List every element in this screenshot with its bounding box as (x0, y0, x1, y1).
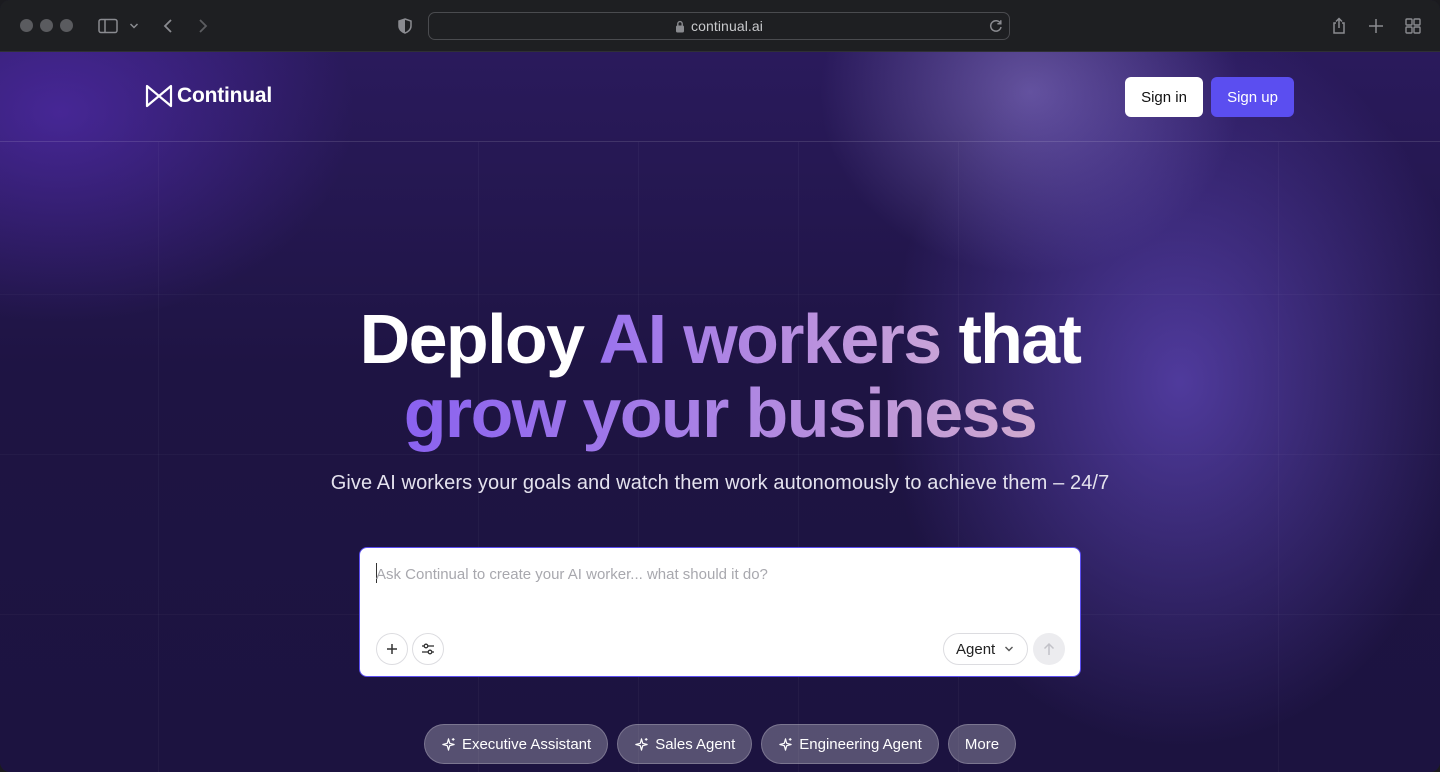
chip-more[interactable]: More (947, 724, 1017, 764)
plus-icon (387, 644, 397, 654)
hero-text-ai-workers: AI workers (598, 300, 943, 378)
grid-line (638, 142, 639, 772)
hero-line-1: Deploy AI workers that (0, 302, 1440, 376)
zoom-window-button[interactable] (60, 19, 73, 32)
attach-button[interactable] (376, 633, 408, 665)
grid-line (478, 142, 479, 772)
arrow-up-icon (1043, 642, 1055, 655)
sparkle-icon (442, 737, 455, 751)
grid-line (1278, 142, 1279, 772)
sign-up-button[interactable]: Sign up (1211, 77, 1294, 117)
mode-select-label: Agent (956, 640, 996, 658)
chip-label: Executive Assistant (461, 735, 592, 753)
grid-line (958, 142, 959, 772)
new-tab-icon[interactable] (1364, 14, 1388, 38)
forward-icon[interactable] (191, 14, 215, 38)
continual-logo-icon (145, 84, 173, 108)
hero-text-that: that (940, 300, 1082, 378)
settings-button[interactable] (412, 633, 444, 665)
hero-subtitle: Give AI workers your goals and watch the… (330, 472, 1110, 494)
sign-in-button[interactable]: Sign in (1125, 77, 1203, 117)
logo-text: Continual (177, 84, 273, 107)
privacy-shield-icon[interactable] (393, 14, 417, 38)
chevron-down-icon[interactable] (122, 14, 146, 38)
prompt-box[interactable]: Agent (359, 547, 1081, 677)
browser-window: continual.ai Continual Sign in Sign up D… (0, 0, 1440, 772)
chip-label: Sales Agent (655, 735, 736, 753)
share-icon[interactable] (1327, 14, 1351, 38)
reload-icon[interactable] (987, 17, 1005, 35)
grid-line (158, 142, 159, 772)
sparkle-icon (635, 737, 648, 751)
chip-label: Engineering Agent (799, 735, 922, 753)
sliders-icon (422, 643, 434, 655)
address-bar[interactable]: continual.ai (428, 12, 1010, 40)
grid-line (798, 142, 799, 772)
tab-overview-icon[interactable] (1401, 14, 1425, 38)
logo[interactable]: Continual (145, 84, 272, 108)
prompt-input[interactable] (376, 562, 1056, 586)
close-window-button[interactable] (20, 19, 33, 32)
minimize-window-button[interactable] (40, 19, 53, 32)
suggestion-chips: Executive Assistant Sales Agent Engineer… (0, 724, 1440, 764)
back-icon[interactable] (156, 14, 180, 38)
sidebar-toggle-icon[interactable] (96, 14, 120, 38)
chip-executive-assistant[interactable]: Executive Assistant (423, 724, 609, 764)
grid-line (0, 454, 1440, 455)
browser-toolbar: continual.ai (0, 0, 1440, 52)
page-content: Continual Sign in Sign up Deploy AI work… (0, 52, 1440, 772)
sparkle-icon (779, 737, 792, 751)
chip-label: More (964, 735, 1000, 753)
send-button[interactable] (1033, 633, 1065, 665)
hero-text-grow: grow your business (403, 374, 1038, 452)
chevron-down-icon (1005, 646, 1014, 652)
chip-engineering-agent[interactable]: Engineering Agent (761, 724, 939, 764)
hero-heading: Deploy AI workers that grow your busines… (0, 302, 1440, 450)
top-nav: Continual Sign in Sign up (0, 52, 1440, 142)
hero-line-2: grow your business (0, 376, 1440, 450)
hero-text-deploy: Deploy (359, 300, 599, 378)
chip-sales-agent[interactable]: Sales Agent (617, 724, 753, 764)
grid-line (0, 294, 1440, 295)
mode-select[interactable]: Agent (943, 633, 1028, 665)
lock-icon (675, 20, 684, 32)
url-text: continual.ai (690, 18, 764, 34)
